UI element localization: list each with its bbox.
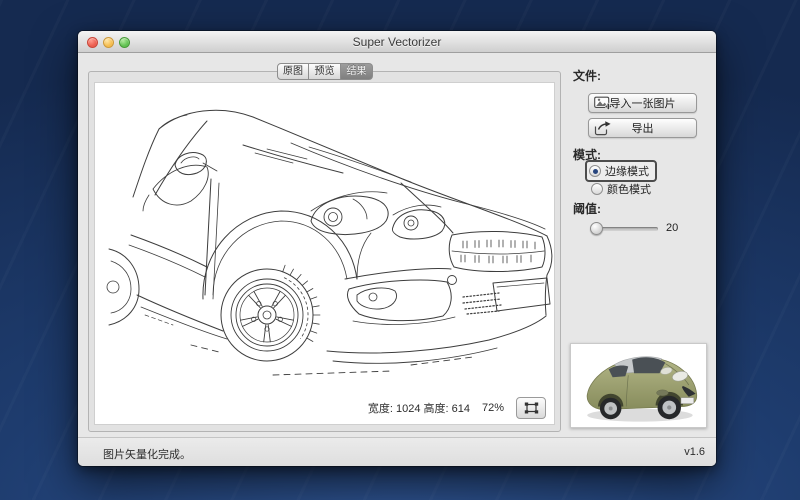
mode-option-color[interactable]: 颜色模式 — [591, 181, 651, 197]
fit-to-window-button[interactable] — [516, 397, 546, 419]
titlebar[interactable]: Super Vectorizer — [78, 31, 716, 53]
original-image-thumbnail — [570, 343, 707, 428]
export-icon — [594, 121, 612, 136]
import-image-button-label: 导入一张图片 — [610, 95, 676, 111]
app-version: v1.6 — [684, 446, 705, 458]
minimize-button-icon[interactable] — [103, 37, 114, 48]
threshold-value: 20 — [666, 222, 678, 234]
import-image-icon — [594, 96, 612, 111]
radio-selected-icon — [589, 165, 601, 177]
file-section-label: 文件: — [573, 67, 601, 84]
zoom-level-label: 72% — [482, 402, 504, 414]
result-canvas[interactable]: 宽度: 1024 高度: 614 72% — [94, 82, 555, 425]
radio-unselected-icon — [591, 183, 603, 195]
threshold-section-label: 阈值: — [573, 200, 601, 217]
threshold-slider-thumb[interactable] — [590, 222, 603, 235]
tab-preview[interactable]: 预览 — [309, 63, 341, 80]
statusbar: 图片矢量化完成。 v1.6 — [78, 437, 716, 466]
mode-option-edge-label: 边缘模式 — [605, 163, 649, 179]
tab-result[interactable]: 结果 — [341, 63, 373, 80]
mode-option-color-label: 颜色模式 — [607, 181, 651, 197]
image-dimensions-label: 宽度: 1024 高度: 614 — [368, 400, 470, 416]
close-button-icon[interactable] — [87, 37, 98, 48]
canvas-info: 宽度: 1024 高度: 614 72% — [368, 397, 546, 419]
traffic-lights — [87, 37, 130, 48]
import-image-button[interactable]: 导入一张图片 — [588, 93, 697, 113]
app-window: Super Vectorizer 原图 预览 结果 — [78, 31, 716, 466]
export-button-label: 导出 — [632, 120, 654, 136]
tab-original[interactable]: 原图 — [277, 63, 309, 80]
threshold-slider[interactable] — [590, 221, 658, 236]
original-car-photo — [571, 344, 706, 427]
vectorized-car-line-art — [95, 83, 555, 425]
mode-option-edge[interactable]: 边缘模式 — [585, 160, 657, 182]
fit-to-window-icon — [524, 402, 539, 414]
window-title: Super Vectorizer — [78, 31, 716, 53]
status-message: 图片矢量化完成。 — [103, 446, 191, 462]
view-tabs: 原图 预览 结果 — [277, 63, 373, 80]
result-groupbox: 宽度: 1024 高度: 614 72% — [88, 71, 561, 432]
export-button[interactable]: 导出 — [588, 118, 697, 138]
zoom-button-icon[interactable] — [119, 37, 130, 48]
